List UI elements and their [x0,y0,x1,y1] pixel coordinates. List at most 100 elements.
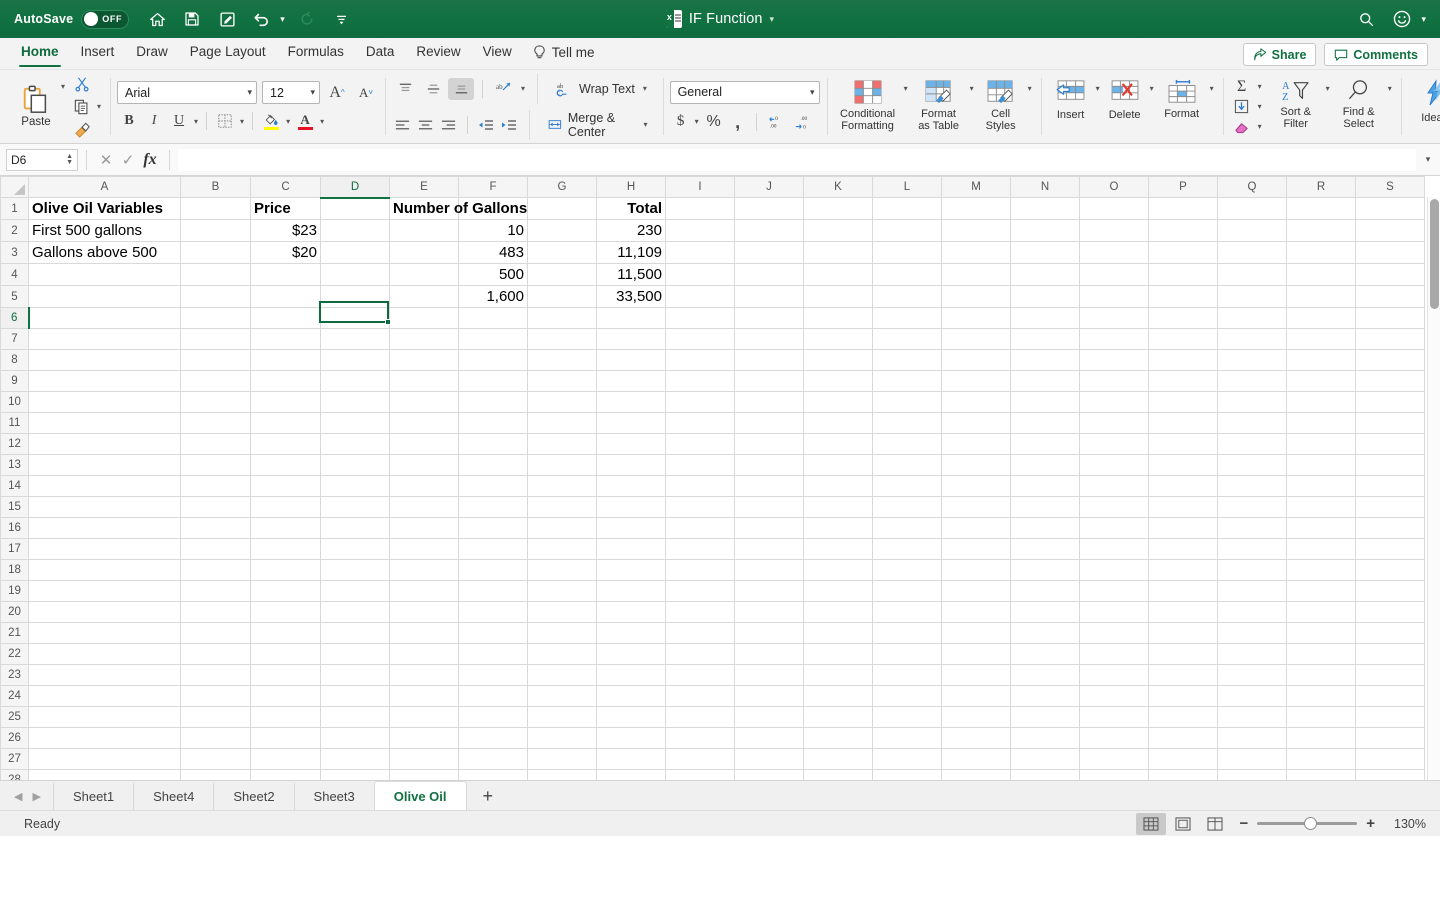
cell-k4[interactable] [804,264,873,286]
cell-l5[interactable] [873,286,942,308]
accounting-format-button[interactable]: $ [670,111,692,133]
cell-p26[interactable] [1149,728,1218,749]
cell-g21[interactable] [528,623,597,644]
cell-a17[interactable] [29,539,181,560]
account-chevron-down-icon[interactable]: ▾ [1421,14,1426,25]
page-break-preview-icon[interactable] [1200,813,1230,835]
cell-k9[interactable] [804,371,873,392]
cell-e20[interactable] [390,602,459,623]
align-top-button[interactable] [392,78,418,100]
cell-h28[interactable] [597,770,666,781]
cell-m3[interactable] [942,242,1011,264]
cell-f7[interactable] [459,329,528,350]
column-header-q[interactable]: Q [1218,177,1287,198]
cell-r7[interactable] [1287,329,1356,350]
cell-styles-button[interactable]: Cell Styles [976,75,1026,139]
cell-o24[interactable] [1080,686,1149,707]
cell-l4[interactable] [873,264,942,286]
cell-s16[interactable] [1356,518,1425,539]
underline-button[interactable]: U [167,110,191,132]
column-header-d[interactable]: D [321,177,390,198]
cell-q4[interactable] [1218,264,1287,286]
cell-j8[interactable] [735,350,804,371]
cell-o6[interactable] [1080,308,1149,329]
cell-i5[interactable] [666,286,735,308]
decrease-indent-button[interactable] [476,114,497,136]
cell-e28[interactable] [390,770,459,781]
cell-s7[interactable] [1356,329,1425,350]
cell-d14[interactable] [321,476,390,497]
cell-i4[interactable] [666,264,735,286]
cell-l16[interactable] [873,518,942,539]
cell-n20[interactable] [1011,602,1080,623]
cell-h9[interactable] [597,371,666,392]
cell-f24[interactable] [459,686,528,707]
cell-p25[interactable] [1149,707,1218,728]
cell-h17[interactable] [597,539,666,560]
cell-b21[interactable] [181,623,251,644]
cell-k5[interactable] [804,286,873,308]
cell-p11[interactable] [1149,413,1218,434]
cell-o17[interactable] [1080,539,1149,560]
cell-j23[interactable] [735,665,804,686]
cell-j5[interactable] [735,286,804,308]
row-header-28[interactable]: 28 [1,770,29,781]
cell-j21[interactable] [735,623,804,644]
cell-n11[interactable] [1011,413,1080,434]
cell-k16[interactable] [804,518,873,539]
cell-f13[interactable] [459,455,528,476]
cell-g18[interactable] [528,560,597,581]
cell-q15[interactable] [1218,497,1287,518]
column-header-n[interactable]: N [1011,177,1080,198]
cell-r11[interactable] [1287,413,1356,434]
cell-f12[interactable] [459,434,528,455]
cell-e10[interactable] [390,392,459,413]
merge-center-button[interactable]: Merge & Center ▾ [542,114,655,136]
cell-f18[interactable] [459,560,528,581]
column-header-g[interactable]: G [528,177,597,198]
cell-c26[interactable] [251,728,321,749]
cell-a26[interactable] [29,728,181,749]
cell-m23[interactable] [942,665,1011,686]
zoom-in-button[interactable]: + [1359,815,1382,832]
cell-g7[interactable] [528,329,597,350]
cell-s21[interactable] [1356,623,1425,644]
cell-i6[interactable] [666,308,735,329]
cell-n1[interactable] [1011,198,1080,220]
cell-o9[interactable] [1080,371,1149,392]
font-family-select[interactable]: Arial ▾ [117,81,257,104]
cell-e24[interactable] [390,686,459,707]
row-header-13[interactable]: 13 [1,455,29,476]
format-cells-chevron-down-icon[interactable]: ▾ [1208,84,1216,93]
cell-n8[interactable] [1011,350,1080,371]
tab-draw[interactable]: Draw [125,37,179,69]
cell-h22[interactable] [597,644,666,665]
cell-l26[interactable] [873,728,942,749]
cell-a19[interactable] [29,581,181,602]
cell-b23[interactable] [181,665,251,686]
row-header-8[interactable]: 8 [1,350,29,371]
cell-r6[interactable] [1287,308,1356,329]
cell-l3[interactable] [873,242,942,264]
tab-review[interactable]: Review [405,37,471,69]
cell-l24[interactable] [873,686,942,707]
cell-m28[interactable] [942,770,1011,781]
insert-function-icon[interactable]: fx [139,151,161,169]
row-header-6[interactable]: 6 [1,308,29,329]
row-header-7[interactable]: 7 [1,329,29,350]
cell-s1[interactable] [1356,198,1425,220]
cell-q9[interactable] [1218,371,1287,392]
cell-f5[interactable]: 1,600 [459,286,528,308]
cell-g28[interactable] [528,770,597,781]
cell-e21[interactable] [390,623,459,644]
sheet-tab-sheet2[interactable]: Sheet2 [213,783,293,810]
cell-h21[interactable] [597,623,666,644]
cell-r20[interactable] [1287,602,1356,623]
cell-a7[interactable] [29,329,181,350]
cell-p1[interactable] [1149,198,1218,220]
cell-n27[interactable] [1011,749,1080,770]
cell-e19[interactable] [390,581,459,602]
cell-m25[interactable] [942,707,1011,728]
cell-e3[interactable] [390,242,459,264]
row-header-18[interactable]: 18 [1,560,29,581]
